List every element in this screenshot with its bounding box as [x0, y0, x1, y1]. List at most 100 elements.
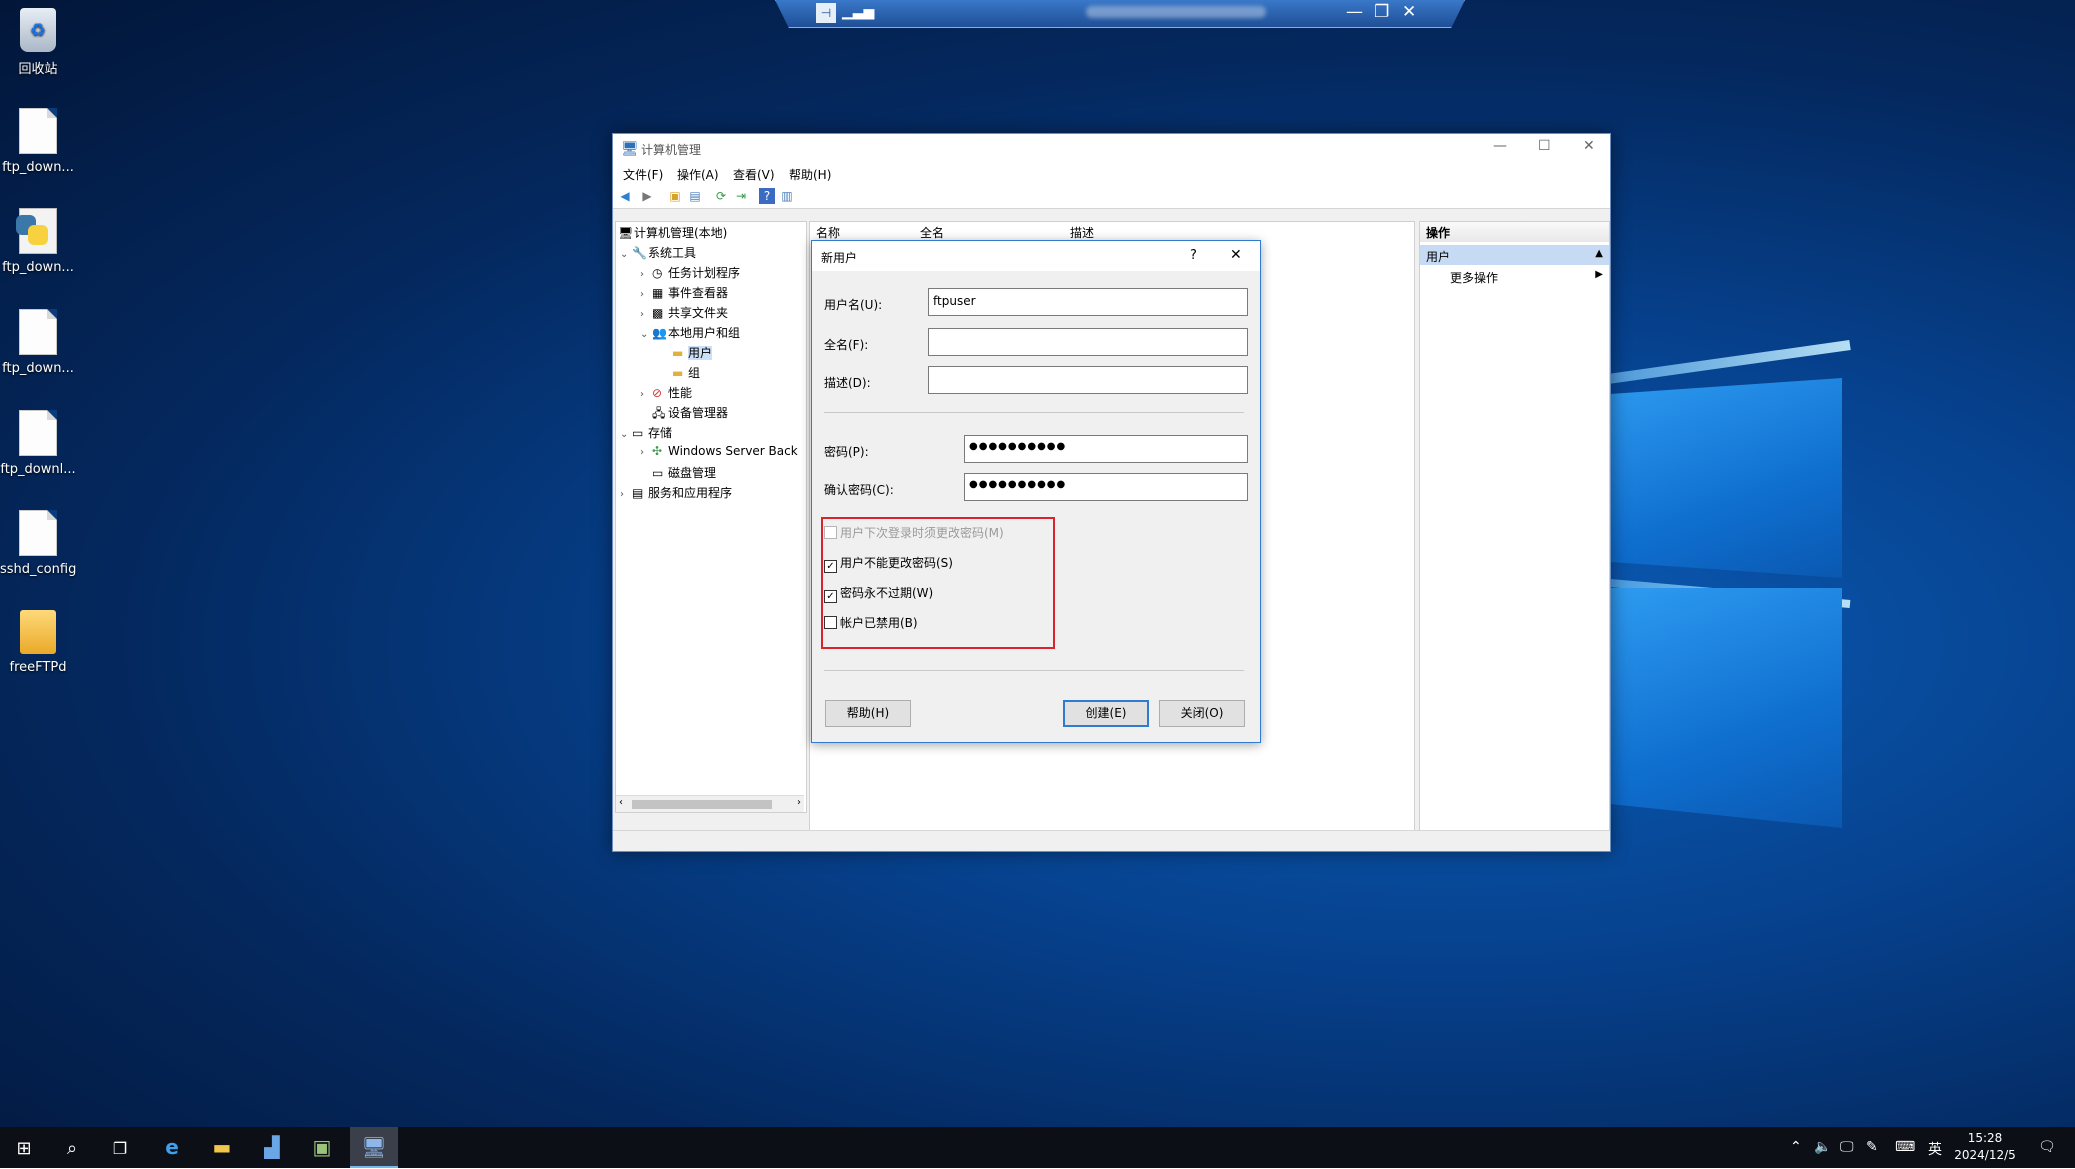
checkbox-box-checked[interactable]: ✓ [824, 590, 837, 603]
notification-center-icon[interactable]: 🗨 [2038, 1139, 2056, 1155]
tree-users[interactable]: ▬ 用户 [672, 344, 713, 361]
desktop-icon-ftp-file-2[interactable]: ftp_down... [0, 309, 76, 376]
more-actions-item[interactable]: 更多操作 ▶ [1420, 265, 1609, 290]
tree-groups[interactable]: ▬ 组 [672, 364, 700, 381]
expand-right-icon[interactable]: › [640, 389, 652, 400]
expand-right-icon[interactable]: › [640, 289, 652, 300]
show-action-pane-icon[interactable]: ▥ [779, 188, 795, 204]
checkbox-label: 帐户已禁用(B) [840, 616, 918, 630]
tree-horizontal-scrollbar[interactable]: ‹ › [616, 795, 804, 812]
confirm-password-label: 确认密码(C): [824, 483, 894, 497]
description-input[interactable] [928, 366, 1248, 394]
remote-restore-button[interactable]: ❐ [1374, 2, 1389, 22]
expand-right-icon[interactable]: › [640, 269, 652, 280]
desktop-icon-ftp-file-3[interactable]: ftp_downl... [0, 410, 76, 477]
scroll-left-icon[interactable]: ‹ [619, 797, 623, 808]
tree-shared-folders[interactable]: › ▩ 共享文件夹 [640, 304, 728, 321]
taskbar-server-manager[interactable]: ▟ [248, 1127, 296, 1168]
expand-down-icon[interactable]: ⌄ [640, 329, 652, 340]
account-disabled-checkbox[interactable]: 帐户已禁用(B) [824, 614, 918, 631]
must-change-password-checkbox[interactable]: 用户下次登录时须更改密码(M) [824, 524, 1004, 541]
forward-icon[interactable]: ▶ [639, 188, 655, 204]
signal-icon[interactable]: ▁▃▅ [842, 4, 874, 20]
task-view-button[interactable]: ❐ [96, 1127, 144, 1168]
expand-right-icon[interactable]: › [640, 447, 652, 458]
expand-down-icon[interactable]: ⌄ [620, 249, 632, 260]
export-list-icon[interactable]: ⇥ [733, 188, 749, 204]
remote-minimize-button[interactable]: — [1346, 2, 1363, 22]
maximize-button[interactable]: ☐ [1538, 138, 1551, 154]
backup-icon: ✣ [652, 444, 663, 458]
tree-label: 任务计划程序 [668, 266, 741, 280]
taskbar-computer-management[interactable]: 🖥 [350, 1127, 398, 1168]
close-button[interactable]: ✕ [1583, 138, 1595, 154]
input-method-indicator[interactable]: 英 [1928, 1139, 1942, 1159]
desktop-icon-recycle-bin[interactable]: ♻ 回收站 [0, 8, 76, 77]
expand-down-icon[interactable]: ⌄ [620, 429, 632, 440]
refresh-icon[interactable]: ⟳ [713, 188, 729, 204]
tree-label: 系统工具 [648, 246, 697, 260]
checkbox-box[interactable] [824, 616, 837, 629]
checkbox-box[interactable] [824, 526, 837, 539]
desktop-icon-ftp-file-1[interactable]: ftp_down... [0, 108, 76, 175]
fullname-input[interactable] [928, 328, 1248, 356]
username-input[interactable]: ftpuser [928, 288, 1248, 316]
password-label: 密码(P): [824, 445, 869, 459]
back-icon[interactable]: ◀ [617, 188, 633, 204]
pen-icon[interactable]: ✎ [1866, 1139, 1878, 1155]
password-input[interactable]: ●●●●●●●●●● [964, 435, 1248, 463]
tree-performance[interactable]: › ⊘ 性能 [640, 384, 692, 401]
search-button[interactable]: ⌕ [48, 1127, 96, 1168]
help-button[interactable]: 帮助(H) [825, 700, 911, 727]
tree-storage[interactable]: ⌄ ▭ 存储 [620, 424, 672, 441]
desktop-icon-sshd-config[interactable]: sshd_config [0, 510, 76, 577]
tree-event-viewer[interactable]: › ▦ 事件查看器 [640, 284, 728, 301]
taskbar-app[interactable]: ▣ [298, 1127, 346, 1168]
clock[interactable]: 15:28 2024/12/5 [1950, 1130, 2020, 1164]
menu-file[interactable]: 文件(F) [623, 166, 663, 183]
tree-device-manager[interactable]: 🖧 设备管理器 [652, 404, 728, 425]
scroll-right-icon[interactable]: › [797, 797, 801, 808]
tree-disk-management[interactable]: ▭ 磁盘管理 [652, 464, 716, 481]
menu-action[interactable]: 操作(A) [677, 166, 719, 183]
expand-right-icon[interactable]: › [620, 489, 632, 500]
menu-bar: 文件(F) 操作(A) 查看(V) 帮助(H) [613, 162, 1610, 184]
tree-system-tools[interactable]: ⌄ 🔧系统工具 [620, 244, 696, 261]
taskbar-file-explorer[interactable]: ▬ [198, 1127, 246, 1168]
menu-help[interactable]: 帮助(H) [789, 166, 831, 183]
help-question-button[interactable]: ? [1190, 248, 1197, 263]
show-hide-tree-icon[interactable]: ▤ [687, 188, 703, 204]
up-folder-icon[interactable]: ▣ [667, 188, 683, 204]
desktop-icon-label: sshd_config [0, 562, 77, 577]
start-button[interactable]: ⊞ [0, 1127, 48, 1168]
network-icon[interactable]: 🖵 [1840, 1139, 1854, 1155]
scrollbar-thumb[interactable] [632, 800, 772, 809]
desktop-icon-freeftpd[interactable]: freeFTPd [0, 610, 76, 675]
expand-right-icon[interactable]: › [640, 309, 652, 320]
close-dialog-button[interactable]: 关闭(O) [1159, 700, 1245, 727]
cannot-change-password-checkbox[interactable]: ✓ 用户不能更改密码(S) [824, 554, 953, 573]
tree-task-scheduler[interactable]: › ◷ 任务计划程序 [640, 264, 740, 281]
show-hidden-icons-chevron[interactable]: ⌃ [1790, 1139, 1802, 1155]
checkbox-box-checked[interactable]: ✓ [824, 560, 837, 573]
collapse-up-icon[interactable]: ▲ [1595, 248, 1603, 259]
tree-windows-server-backup[interactable]: › ✣ Windows Server Back [640, 444, 798, 458]
confirm-password-input[interactable]: ●●●●●●●●●● [964, 473, 1248, 501]
password-never-expires-checkbox[interactable]: ✓ 密码永不过期(W) [824, 584, 933, 603]
keyboard-icon[interactable]: ⌨ [1895, 1139, 1915, 1155]
minimize-button[interactable]: — [1493, 138, 1507, 154]
menu-view[interactable]: 查看(V) [733, 166, 775, 183]
create-button[interactable]: 创建(E) [1063, 700, 1149, 727]
remote-close-button[interactable]: ✕ [1402, 2, 1416, 22]
dialog-close-button[interactable]: ✕ [1230, 247, 1242, 263]
volume-muted-icon[interactable]: 🔈 [1814, 1139, 1831, 1155]
taskbar-internet-explorer[interactable]: e [148, 1127, 196, 1168]
pin-icon[interactable]: ⊣ [816, 3, 836, 23]
desktop-icon-ftp-python[interactable]: ftp_down... [0, 208, 76, 275]
file-explorer-icon: ▬ [212, 1135, 232, 1159]
tree-root[interactable]: 🖥计算机管理(本地) [618, 224, 727, 241]
tree-local-users-groups[interactable]: ⌄ 👥本地用户和组 [640, 324, 740, 341]
actions-section-users[interactable]: 用户 ▲ [1420, 245, 1609, 265]
help-icon[interactable]: ? [759, 188, 775, 204]
tree-services-apps[interactable]: › ▤ 服务和应用程序 [620, 484, 732, 501]
